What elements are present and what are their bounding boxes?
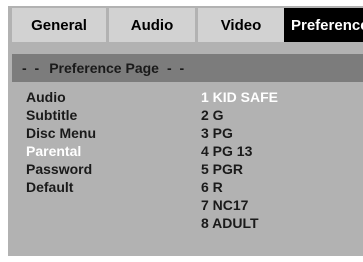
option-r[interactable]: 6 R	[201, 178, 351, 196]
tab-audio[interactable]: Audio	[109, 8, 195, 42]
option-g[interactable]: 2 G	[201, 106, 351, 124]
tab-bar: General Audio Video Preference	[8, 6, 363, 44]
option-pg[interactable]: 3 PG	[201, 124, 351, 142]
menu-item-parental[interactable]: Parental	[26, 142, 186, 160]
menu-item-audio[interactable]: Audio	[26, 88, 186, 106]
menu-item-default[interactable]: Default	[26, 178, 186, 196]
page-title-suffix: - -	[166, 60, 187, 76]
settings-panel: General Audio Video Preference - - Prefe…	[8, 6, 363, 256]
option-pgr[interactable]: 5 PGR	[201, 160, 351, 178]
parental-options: 1 KID SAFE 2 G 3 PG 4 PG 13 5 PGR 6 R 7 …	[201, 88, 351, 232]
tab-preference[interactable]: Preference	[284, 8, 363, 42]
option-adult[interactable]: 8 ADULT	[201, 214, 351, 232]
menu-item-password[interactable]: Password	[26, 160, 186, 178]
settings-menu: Audio Subtitle Disc Menu Parental Passwo…	[26, 88, 186, 196]
option-pg13[interactable]: 4 PG 13	[201, 142, 351, 160]
tab-general[interactable]: General	[12, 8, 106, 42]
page-title: Preference Page	[49, 60, 159, 76]
menu-item-subtitle[interactable]: Subtitle	[26, 106, 186, 124]
option-kid-safe[interactable]: 1 KID SAFE	[201, 88, 351, 106]
menu-item-disc-menu[interactable]: Disc Menu	[26, 124, 186, 142]
page-title-bar: - - Preference Page - -	[12, 54, 363, 82]
tab-video[interactable]: Video	[198, 8, 284, 42]
page-title-prefix: - -	[22, 60, 42, 76]
option-nc17[interactable]: 7 NC17	[201, 196, 351, 214]
